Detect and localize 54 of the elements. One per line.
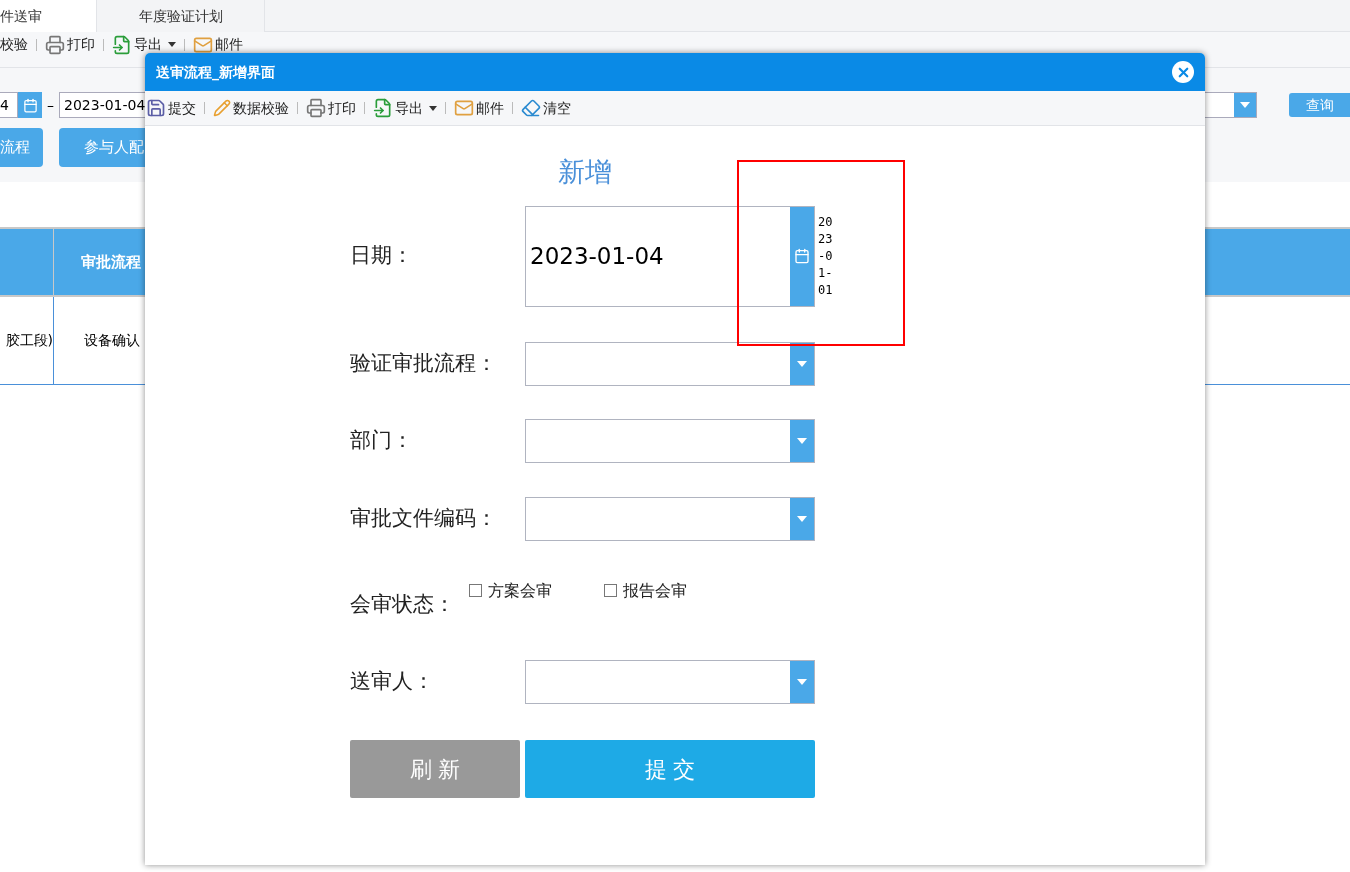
save-icon [146, 98, 166, 118]
toolbar-button[interactable]: 数据校验 [213, 97, 289, 119]
close-button[interactable] [1172, 61, 1194, 83]
calendar-icon [794, 248, 810, 264]
toolbar-button[interactable]: 导出 [112, 34, 176, 55]
date-popup-text: 2023-01-01 [818, 213, 833, 299]
mail-icon [454, 98, 474, 118]
pencil-icon [213, 99, 231, 117]
dropdown-arrow-icon [1240, 102, 1250, 108]
header-cell-text: 审批流程 [80, 251, 142, 273]
range-separator: – [47, 95, 54, 115]
toolbar-button[interactable]: 校验 [0, 34, 28, 55]
export-icon [373, 98, 393, 118]
toolbar-button[interactable]: 导出 [373, 97, 437, 119]
calendar-icon [22, 97, 38, 113]
export-icon [112, 34, 132, 55]
dropdown-arrow-icon [797, 679, 807, 685]
checkbox-label: 方案会审 [488, 579, 552, 602]
caret-icon [429, 105, 437, 111]
field-label: 审批文件编码： [350, 504, 498, 532]
tab[interactable]: 件送审 [0, 0, 97, 32]
table-cell-text: 设备确认 [83, 331, 141, 350]
checkbox-label: 报告会审 [623, 579, 687, 602]
date-field[interactable]: 2023-01-04 [525, 205, 815, 307]
select-field[interactable] [525, 496, 815, 541]
calendar-button[interactable] [790, 206, 814, 306]
dropdown-arrow-icon [797, 437, 807, 444]
field-label: 验证审批流程： [350, 349, 498, 377]
checkbox[interactable] [604, 584, 617, 597]
toolbar-button[interactable]: 打印 [45, 34, 95, 55]
checkbox[interactable] [469, 584, 482, 597]
tab[interactable]: 年度验证计划 [97, 0, 265, 32]
field-label: 送审人： [350, 668, 435, 696]
field-label: 部门： [350, 426, 414, 454]
caret-icon [168, 42, 176, 47]
dropdown-arrow-icon [797, 360, 807, 367]
eraser-icon [521, 98, 541, 118]
toolbar-button[interactable]: 邮件 [193, 34, 243, 55]
select-field[interactable] [525, 418, 815, 463]
print-icon [306, 98, 326, 118]
toolbar-button[interactable]: 打印 [306, 97, 356, 119]
date-field[interactable]: 4 [0, 92, 18, 118]
select-field[interactable] [525, 341, 815, 386]
dropdown-arrow-icon [797, 515, 807, 522]
form-heading: 新增 [558, 155, 612, 189]
field-label: 日期： [350, 242, 414, 270]
table-cell: 胶工段) [0, 297, 54, 384]
select-field[interactable] [525, 660, 815, 704]
dialog-title: 送审流程_新增界面 [156, 62, 275, 83]
field-label: 会审状态： [350, 591, 455, 616]
toolbar-button[interactable]: 邮件 [454, 97, 504, 119]
toolbar-button[interactable]: 清空 [521, 97, 571, 119]
calendar-button[interactable] [18, 92, 42, 118]
print-icon [45, 34, 65, 55]
